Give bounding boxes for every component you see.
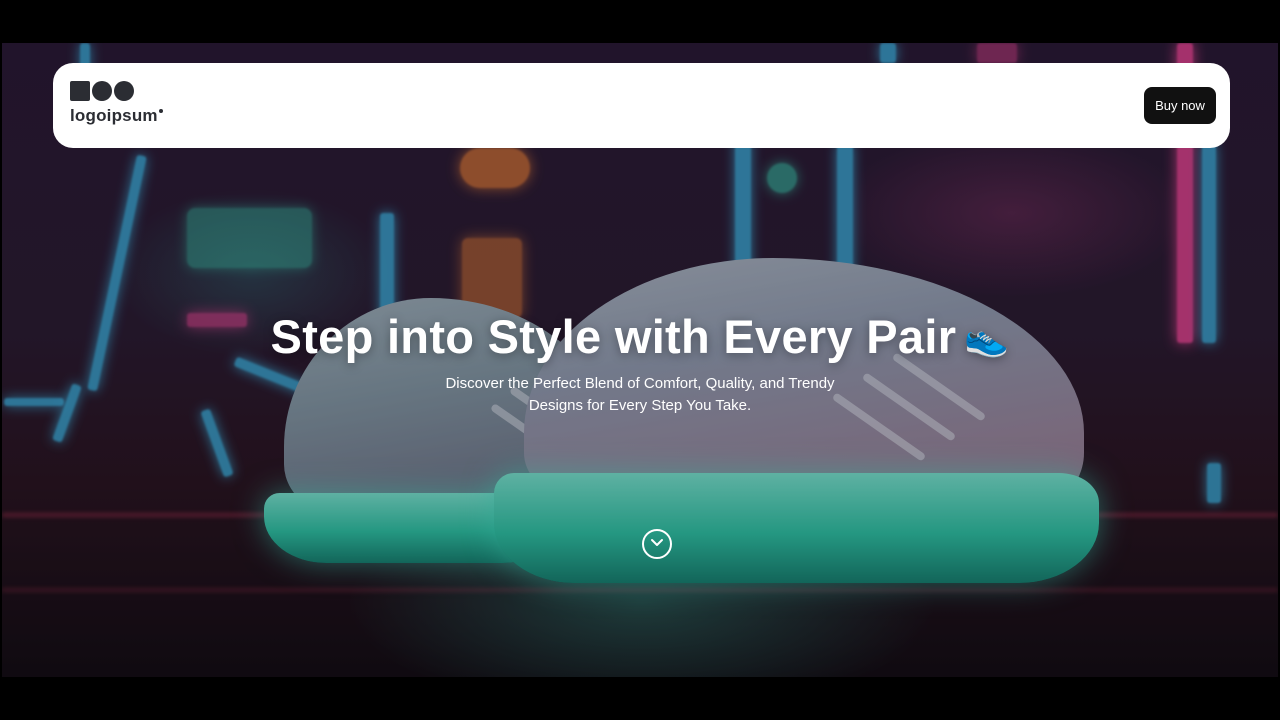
scroll-down-button[interactable] (642, 529, 672, 559)
buy-now-button[interactable]: Buy now (1144, 87, 1216, 124)
chevron-down-icon (651, 539, 663, 546)
logo-mark-icon (70, 81, 140, 103)
hero-section: logoipsum Buy now Step into Style with E… (2, 43, 1278, 677)
hero-title-text: Step into Style with Every Pair (270, 310, 957, 363)
hero-subtitle: Discover the Perfect Blend of Comfort, Q… (445, 375, 835, 414)
logo-dot-icon (158, 109, 163, 113)
brand-logo[interactable]: logoipsum (70, 81, 190, 129)
logo-text: logoipsum (70, 106, 158, 125)
site-header: logoipsum Buy now (53, 63, 1230, 148)
sneaker-emoji-icon: 👟 (964, 318, 1010, 359)
hero-title: Step into Style with Every Pair 👟 (2, 309, 1278, 364)
